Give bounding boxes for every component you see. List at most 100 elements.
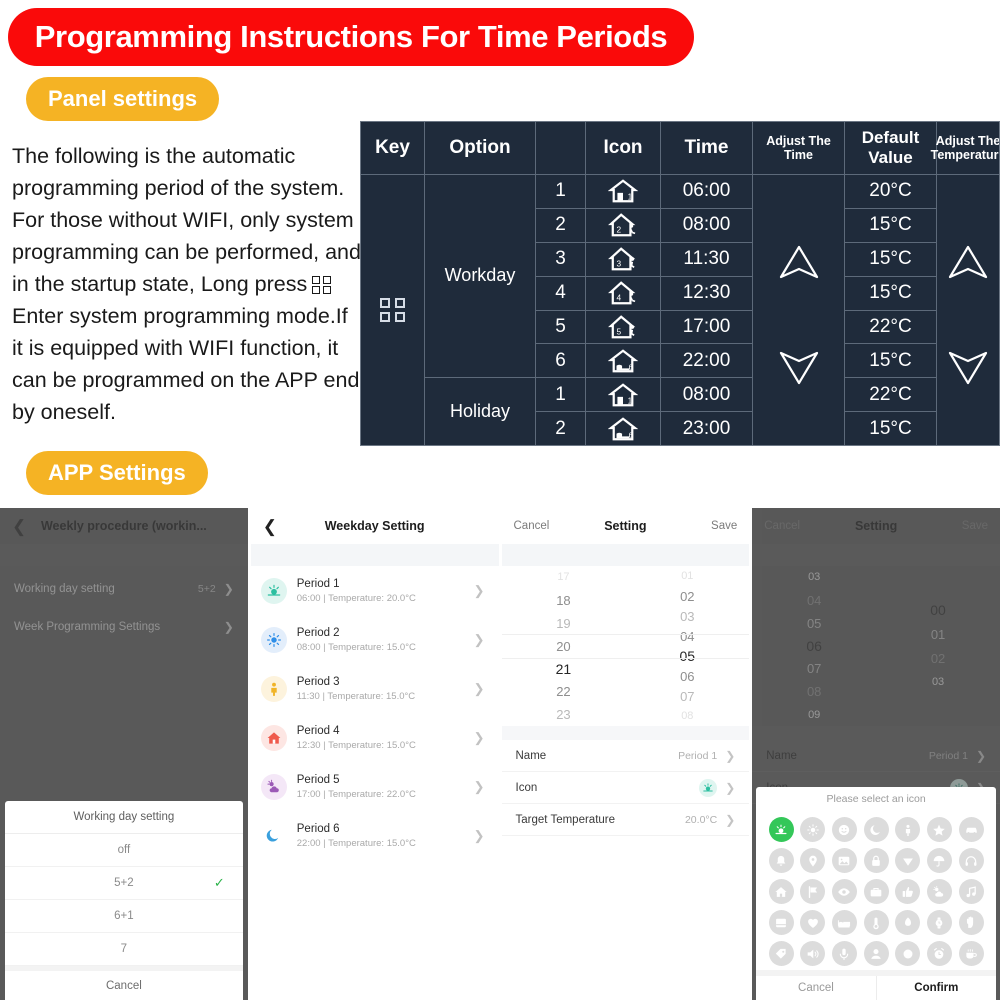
headphones-icon[interactable]: [958, 848, 984, 873]
picker-item[interactable]: 23: [502, 703, 626, 726]
car-icon[interactable]: [958, 817, 984, 842]
picker-item[interactable]: 07: [625, 686, 749, 706]
picker-item-selected[interactable]: 21: [502, 657, 626, 680]
picker-item[interactable]: 03: [876, 670, 1000, 694]
chevron-down-arrow-icon[interactable]: [946, 350, 990, 386]
tag-icon[interactable]: [768, 941, 794, 966]
alarm-clock-icon[interactable]: [926, 941, 952, 966]
field-name[interactable]: Name Period 1 ❯: [501, 740, 750, 772]
save-button[interactable]: Save: [711, 520, 737, 532]
sheet-option-off[interactable]: off: [5, 834, 243, 867]
picker-item[interactable]: 09: [752, 703, 876, 726]
smiley-icon[interactable]: [831, 817, 857, 842]
field-icon[interactable]: Icon ❯: [501, 772, 750, 804]
minute-picker-column[interactable]: 00 01 02 03: [876, 566, 1000, 726]
sunrise-icon[interactable]: [768, 817, 794, 842]
minute-picker-column[interactable]: 01 02 03 04 05 06 07 08: [625, 566, 749, 726]
heart-icon[interactable]: [800, 910, 826, 935]
flame-icon[interactable]: [895, 910, 921, 935]
thumbs-up-icon[interactable]: [895, 879, 921, 904]
watch-icon[interactable]: [926, 910, 952, 935]
picker-item[interactable]: 04: [752, 589, 876, 612]
panel4-header: Cancel Setting Save: [752, 508, 1000, 544]
list-item[interactable]: Period 3 11:30 | Temperature: 15.0°C ❯: [251, 664, 499, 713]
picker-item[interactable]: 05: [752, 612, 876, 635]
icon-sheet-confirm-button[interactable]: Confirm: [877, 976, 996, 1000]
coffee-cup-icon[interactable]: [958, 941, 984, 966]
chevron-up-arrow-icon[interactable]: [777, 244, 821, 280]
person-icon: [260, 675, 287, 702]
flag-icon[interactable]: [800, 879, 826, 904]
back-chevron-icon[interactable]: ❮: [12, 518, 26, 535]
umbrella-icon[interactable]: [926, 848, 952, 873]
time-picker[interactable]: 17 18 19 20 21 22 23 01 02 03 04 05 06 0…: [501, 566, 750, 726]
picker-item[interactable]: 01: [876, 622, 1000, 646]
sheet-option-6plus1[interactable]: 6+1: [5, 900, 243, 933]
picker-item[interactable]: 02: [625, 586, 749, 606]
grid-2x2-icon: [312, 276, 332, 294]
list-item[interactable]: Working day setting 5+2 ❯: [0, 574, 248, 604]
picker-item[interactable]: 01: [625, 566, 749, 586]
house-icon[interactable]: [768, 879, 794, 904]
section-panel-settings: Panel settings: [26, 77, 220, 121]
moon-icon[interactable]: [863, 817, 889, 842]
list-item[interactable]: Period 6 22:00 | Temperature: 15.0°C ❯: [251, 811, 499, 860]
pin-icon[interactable]: [863, 941, 889, 966]
speaker-icon[interactable]: [800, 941, 826, 966]
picker-item[interactable]: 03: [752, 566, 876, 589]
location-pin-icon[interactable]: [800, 848, 826, 873]
bed-icon[interactable]: [831, 910, 857, 935]
picker-item[interactable]: 06: [625, 666, 749, 686]
image-icon[interactable]: [831, 848, 857, 873]
save-button[interactable]: Save: [962, 520, 988, 532]
sheet-option-7[interactable]: 7: [5, 933, 243, 966]
icon-sheet-cancel-button[interactable]: Cancel: [756, 976, 877, 1000]
star-icon[interactable]: [926, 817, 952, 842]
chevron-down-arrow-icon[interactable]: [777, 350, 821, 386]
picker-item-selected[interactable]: 06: [752, 635, 876, 658]
list-item[interactable]: Period 1 06:00 | Temperature: 20.0°C ❯: [251, 566, 499, 615]
list-item[interactable]: Period 2 08:00 | Temperature: 15.0°C ❯: [251, 615, 499, 664]
picker-item[interactable]: 18: [502, 589, 626, 612]
time-picker[interactable]: 03 04 05 06 07 08 09 00 01 02 03: [752, 566, 1000, 726]
hand-icon[interactable]: [958, 910, 984, 935]
picker-item[interactable]: 19: [502, 612, 626, 635]
picker-item-selected[interactable]: 05: [625, 646, 749, 666]
list-item[interactable]: Period 5 17:00 | Temperature: 22.0°C ❯: [251, 762, 499, 811]
thermometer-icon[interactable]: [863, 910, 889, 935]
circle-icon[interactable]: [895, 941, 921, 966]
picker-item-selected[interactable]: 00: [876, 598, 1000, 622]
cancel-button[interactable]: Cancel: [514, 520, 550, 532]
picker-item[interactable]: 17: [502, 566, 626, 589]
picker-item[interactable]: 22: [502, 680, 626, 703]
picker-item[interactable]: 08: [625, 706, 749, 726]
sun-cloud-icon[interactable]: [926, 879, 952, 904]
briefcase-icon[interactable]: [863, 879, 889, 904]
diamond-icon[interactable]: [895, 848, 921, 873]
picker-item[interactable]: 20: [502, 635, 626, 658]
field-target-temperature[interactable]: Target Temperature 20.0°C ❯: [501, 804, 750, 836]
picker-item[interactable]: 04: [625, 626, 749, 646]
field-name[interactable]: Name Period 1 ❯: [752, 740, 1000, 772]
picker-item[interactable]: 07: [752, 657, 876, 680]
picker-item[interactable]: 02: [876, 646, 1000, 670]
music-note-icon[interactable]: [958, 879, 984, 904]
bell-icon[interactable]: [768, 848, 794, 873]
lock-icon[interactable]: [863, 848, 889, 873]
hour-picker-column[interactable]: 03 04 05 06 07 08 09: [752, 566, 876, 726]
hour-picker-column[interactable]: 17 18 19 20 21 22 23: [502, 566, 626, 726]
back-chevron-icon[interactable]: ❮: [263, 518, 277, 535]
picker-item[interactable]: 03: [625, 606, 749, 626]
microphone-icon[interactable]: [831, 941, 857, 966]
list-item[interactable]: Period 4 12:30 | Temperature: 15.0°C ❯: [251, 713, 499, 762]
picker-item[interactable]: 08: [752, 680, 876, 703]
sheet-cancel-button[interactable]: Cancel: [5, 966, 243, 1000]
sheet-option-5plus2[interactable]: 5+2 ✓: [5, 867, 243, 900]
sun-icon[interactable]: [800, 817, 826, 842]
cancel-button[interactable]: Cancel: [764, 520, 800, 532]
book-icon[interactable]: [768, 910, 794, 935]
eye-icon[interactable]: [831, 879, 857, 904]
chevron-up-arrow-icon[interactable]: [946, 244, 990, 280]
list-item[interactable]: Week Programming Settings ❯: [0, 612, 248, 642]
person-icon[interactable]: [895, 817, 921, 842]
